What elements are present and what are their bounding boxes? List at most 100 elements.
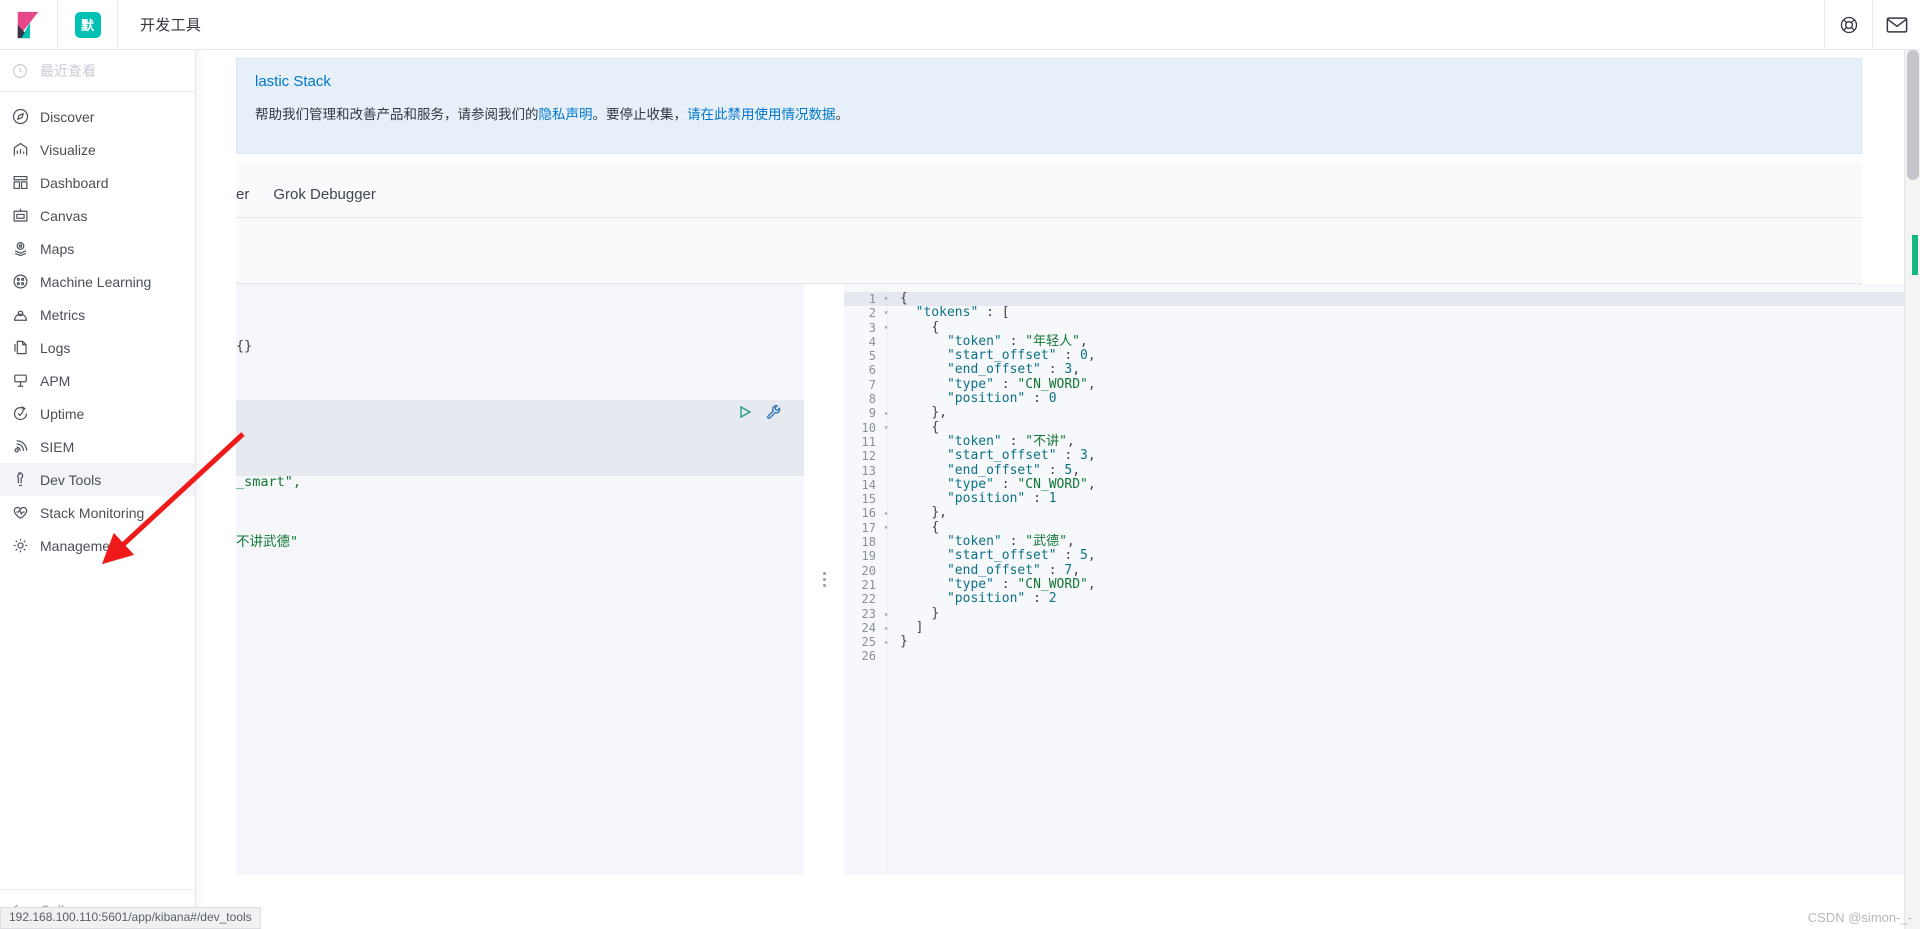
top-header-bar: 默 开发工具	[0, 0, 1920, 50]
play-button[interactable]	[738, 405, 752, 424]
sidebar-item-management[interactable]: Management	[0, 529, 195, 562]
line-number: 22	[861, 592, 876, 607]
code-fold-toggle[interactable]: ▾	[880, 521, 892, 535]
recently-viewed-label: 最近查看	[40, 62, 96, 79]
line-number: 15	[861, 492, 876, 507]
code-fold-toggle[interactable]: ▾	[880, 421, 892, 435]
sidebar-item-label: SIEM	[40, 438, 75, 455]
tab-grok-debugger[interactable]: Grok Debugger	[273, 186, 400, 217]
sidebar-item-canvas[interactable]: Canvas	[0, 199, 195, 232]
space-selector[interactable]: 默	[58, 0, 118, 50]
disable-usage-data-link[interactable]: 请在此禁用使用情况数据	[687, 107, 836, 122]
tab-search-profiler[interactable]: er	[236, 186, 273, 217]
sidebar-item-label: Metrics	[40, 306, 86, 323]
sidebar-item-discover[interactable]: Discover	[0, 100, 195, 133]
code-text: {	[931, 419, 940, 435]
main-content: lastic Stack 帮助我们管理和改善产品和服务，请参阅我们的隐私声明。要…	[0, 50, 1920, 929]
code-line: 21 "type" : "CN_WORD",	[844, 577, 1904, 592]
code-line: 3 ▾ {	[844, 320, 1904, 335]
code-line: 14 "type" : "CN_WORD",	[844, 477, 1904, 492]
code-fold-toggle[interactable]: ▴	[880, 635, 892, 649]
code-text: }	[900, 634, 908, 650]
code-text: {	[931, 519, 940, 535]
sidebar-item-label: Dashboard	[40, 174, 109, 191]
sidebar-item-uptime[interactable]: Uptime	[0, 397, 195, 430]
code-fold-toggle[interactable]: ▾	[880, 306, 892, 320]
privacy-statement-link[interactable]: 隐私声明	[539, 107, 593, 122]
code-text: ]	[915, 619, 924, 635]
sidebar-item-apm[interactable]: APM	[0, 364, 195, 397]
line-number: 4	[868, 334, 876, 349]
code-fold-toggle[interactable]: ▾	[880, 292, 892, 306]
mail-button[interactable]	[1872, 0, 1920, 50]
code-fold-toggle[interactable]: ▴	[880, 506, 892, 520]
code-fold-toggle[interactable]: ▴	[880, 406, 892, 420]
heartbeat-icon	[12, 504, 40, 521]
play-icon	[740, 405, 752, 419]
sidebar-item-label: Canvas	[40, 207, 88, 224]
editor-splitter[interactable]	[804, 284, 844, 875]
code-text: "tokens" : [	[915, 305, 1010, 321]
notice-text-pre: 帮助我们管理和改善产品和服务，请参阅我们的	[255, 107, 539, 122]
splitter-grip-icon	[822, 572, 826, 587]
line-number: 26	[861, 649, 876, 664]
line-number: 14	[861, 477, 876, 492]
line-number: 18	[861, 535, 876, 550]
code-line: 24 ▴ ]	[844, 619, 1904, 635]
code-text: "end_offset" : 5,	[946, 462, 1081, 478]
sidebar-item-label: Logs	[40, 339, 71, 356]
code-fold-toggle[interactable]: ▴	[880, 621, 892, 635]
sidebar-item-maps[interactable]: Maps	[0, 232, 195, 265]
uptime-icon	[12, 405, 40, 422]
code-line: 22 "position" : 2	[844, 591, 1904, 607]
sidebar-item-dashboard[interactable]: Dashboard	[0, 166, 195, 199]
scrollbar-marker	[1912, 235, 1918, 275]
metrics-icon	[12, 306, 40, 323]
request-selected-block: _smart", 不讲武德"	[236, 400, 804, 550]
primary-navigation: 最近查看 Discover Visualize Dashboard Canvas Map…	[0, 50, 196, 929]
sidebar-item-visualize[interactable]: Visualize	[0, 133, 195, 166]
sidebar-item-siem[interactable]: SIEM	[0, 430, 195, 463]
request-code-line-1: _smart",	[236, 474, 302, 490]
line-number: 13	[861, 463, 876, 478]
kibana-logo-cell[interactable]	[0, 0, 58, 50]
wrench-icon	[12, 471, 40, 488]
console-response-editor[interactable]: 1 ▾ {2 ▾ "tokens" : [3 ▾ {4 "token" : "年轻人",…	[844, 284, 1904, 875]
sidebar-item-label: Stack Monitoring	[40, 504, 145, 521]
notice-text-post: 。	[835, 107, 850, 122]
code-line: 18 "token" : "武德",	[844, 534, 1904, 550]
code-fold-toggle[interactable]: ▾	[880, 321, 892, 335]
notice-title: lastic Stack	[255, 73, 331, 90]
mail-icon	[1886, 16, 1907, 33]
kibana-logo	[17, 11, 38, 38]
request-wrench-button[interactable]	[766, 404, 782, 425]
csdn-watermark: CSDN @simon-_-	[1807, 910, 1912, 925]
sidebar-item-logs[interactable]: Logs	[0, 331, 195, 364]
notice-text-mid: 。要停止收集，	[592, 107, 688, 122]
sidebar-item-metrics[interactable]: Metrics	[0, 298, 195, 331]
sidebar-item-stack-monitoring[interactable]: Stack Monitoring	[0, 496, 195, 529]
machine-learning-icon	[12, 273, 40, 290]
app-root: 默 开发工具 lastic Stack 帮助我们管理和改善产品和服务，请参阅我们…	[0, 0, 1920, 929]
code-line: 19 "start_offset" : 5,	[844, 549, 1904, 564]
sidebar-item-label: Maps	[40, 240, 75, 257]
line-number: 11	[861, 434, 876, 449]
console-request-editor[interactable]: {} _smart", 不讲武德"	[236, 284, 804, 875]
code-line: 23 ▴ }	[844, 606, 1904, 621]
sidebar-item-dev-tools[interactable]: Dev Tools	[0, 463, 195, 496]
sidebar-item-machine-learning[interactable]: Machine Learning	[0, 265, 195, 298]
help-lifebuoy-icon	[1840, 16, 1857, 33]
code-text: "position" : 2	[946, 591, 1057, 607]
sidebar-item-label: Visualize	[40, 141, 96, 158]
line-number: 25	[861, 635, 876, 650]
page-scrollbar-thumb[interactable]	[1907, 50, 1919, 180]
help-button[interactable]	[1824, 0, 1872, 50]
recently-viewed-header[interactable]: 最近查看	[0, 50, 195, 92]
code-text: },	[931, 505, 947, 521]
page-scrollbar[interactable]	[1904, 50, 1920, 929]
request-empty-object: {}	[236, 338, 253, 354]
code-line: 5 "start_offset" : 0,	[844, 349, 1904, 364]
code-line: 9 ▴ },	[844, 406, 1904, 421]
line-number: 16	[861, 506, 876, 521]
code-fold-toggle[interactable]: ▴	[880, 607, 892, 621]
